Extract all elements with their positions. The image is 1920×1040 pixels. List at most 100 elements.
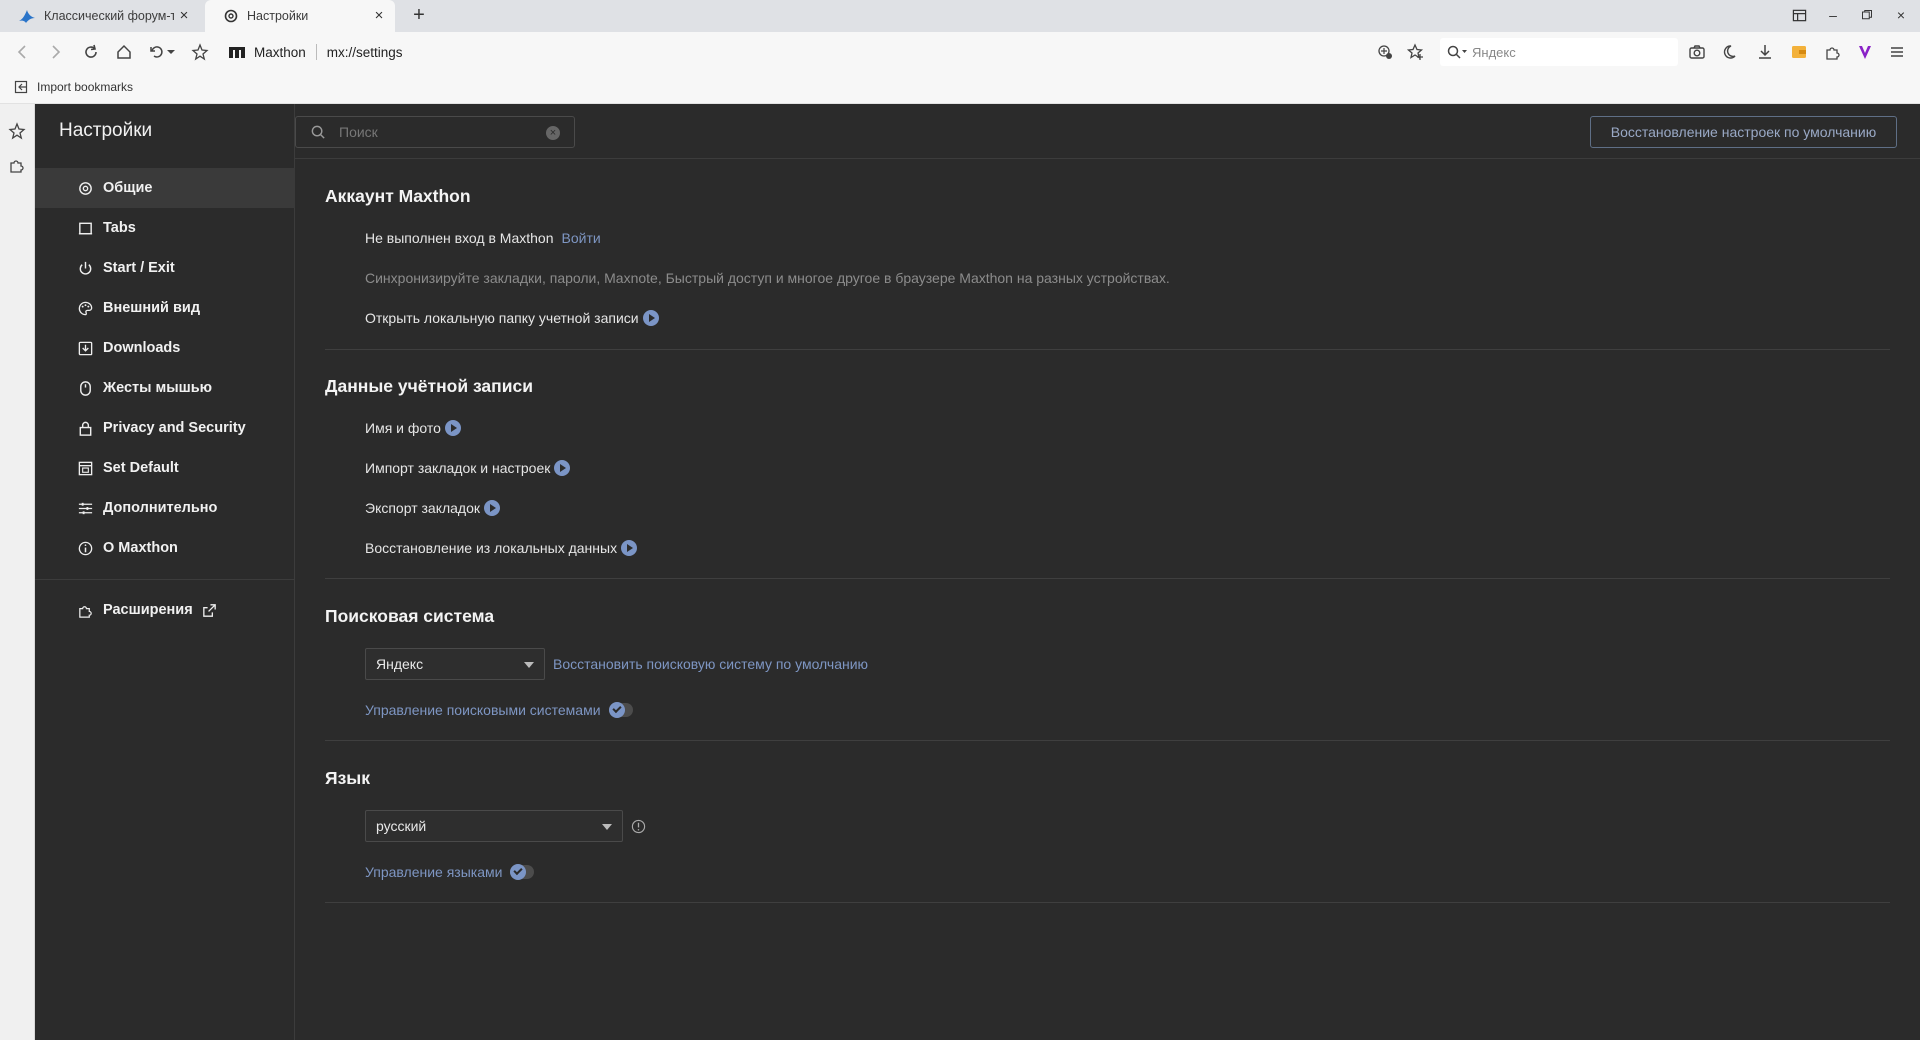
name-photo-row[interactable]: Имя и фото — [365, 420, 461, 436]
restore-local-data-row[interactable]: Восстановление из локальных данных — [365, 540, 638, 556]
address-bar[interactable]: Maxthon mx://settings — [228, 38, 1432, 66]
undo-close-button[interactable] — [146, 41, 168, 63]
settings-search-input[interactable]: Поиск × — [295, 116, 575, 148]
chevron-down-icon — [602, 824, 612, 830]
arrow-right-icon[interactable] — [621, 540, 638, 556]
info-icon — [78, 541, 93, 555]
nav-item-label: Set Default — [103, 460, 179, 476]
expand-toggle[interactable] — [510, 864, 535, 880]
login-link[interactable]: Войти — [562, 230, 601, 246]
sliders-icon — [78, 502, 93, 514]
bookmark-add-icon[interactable] — [1405, 41, 1427, 63]
open-local-folder-row[interactable]: Открыть локальную папку учетной записи — [365, 310, 659, 326]
restore-search-engine-link[interactable]: Восстановить поисковую систему по умолча… — [553, 656, 868, 672]
nav-item-label: О Maxthon — [103, 540, 178, 556]
chevron-down-icon[interactable] — [166, 41, 176, 63]
address-separator — [315, 44, 317, 60]
nav-item-set-default[interactable]: Set Default — [35, 448, 295, 488]
import-icon — [14, 80, 28, 94]
section-title-account: Аккаунт Maxthon — [325, 186, 471, 206]
nav-item-downloads[interactable]: Downloads — [35, 328, 295, 368]
settings-nav: Настройки Общие Tabs Start / Exit Внешни… — [35, 104, 295, 1040]
section-title-search-engine: Поисковая система — [325, 606, 495, 626]
nav-item-privacy-security[interactable]: Privacy and Security — [35, 408, 295, 448]
maxthon-logo-icon — [228, 45, 246, 59]
nav-item-mouse-gestures[interactable]: Жесты мышью — [35, 368, 295, 408]
nav-item-advanced[interactable]: Дополнительно — [35, 488, 295, 528]
sidebar-layout-icon[interactable] — [1788, 4, 1810, 26]
night-mode-icon[interactable] — [1720, 41, 1742, 63]
nav-item-extensions[interactable]: Расширения — [35, 590, 295, 630]
mouse-icon — [80, 380, 91, 396]
row-label: Импорт закладок и настроек — [365, 460, 551, 476]
nav-item-label: Privacy and Security — [103, 420, 246, 436]
menu-icon[interactable] — [1886, 41, 1908, 63]
manage-search-engines-row[interactable]: Управление поисковыми системами — [365, 702, 633, 718]
settings-search-placeholder: Поиск — [339, 124, 378, 140]
lock-icon — [79, 421, 92, 436]
gear-icon — [223, 8, 239, 24]
export-bookmarks-row[interactable]: Экспорт закладок — [365, 500, 501, 516]
new-tab-button[interactable]: + — [408, 4, 430, 26]
clear-search-icon[interactable]: × — [546, 126, 560, 140]
search-engine-box[interactable]: Яндекс — [1440, 38, 1678, 66]
expand-toggle[interactable] — [608, 702, 633, 718]
close-icon[interactable]: × — [371, 8, 387, 24]
download-icon[interactable] — [1754, 41, 1776, 63]
import-bookmarks-link[interactable]: Import bookmarks — [14, 80, 133, 94]
search-engine-placeholder: Яндекс — [1472, 44, 1516, 60]
home-button[interactable] — [113, 41, 135, 63]
url-text[interactable]: mx://settings — [327, 45, 403, 60]
arrow-right-icon[interactable] — [642, 310, 659, 326]
language-select[interactable]: русский — [365, 810, 623, 842]
download-icon — [78, 341, 93, 355]
vpn-v-icon[interactable] — [1854, 41, 1876, 63]
manage-search-engines-label: Управление поисковыми системами — [365, 702, 601, 718]
nav-item-appearance[interactable]: Внешний вид — [35, 288, 295, 328]
import-bookmarks-settings-row[interactable]: Импорт закладок и настроек — [365, 460, 571, 476]
back-button[interactable] — [12, 41, 34, 63]
nav-item-tabs[interactable]: Tabs — [35, 208, 295, 248]
section-divider — [325, 902, 1890, 903]
arrow-right-icon[interactable] — [444, 420, 461, 436]
nav-item-start-exit[interactable]: Start / Exit — [35, 248, 295, 288]
close-window-button[interactable]: × — [1890, 4, 1912, 26]
nav-item-label: Downloads — [103, 340, 181, 356]
nav-item-label: Дополнительно — [103, 500, 218, 516]
tab-settings[interactable]: Настройки × — [205, 0, 395, 32]
restore-button[interactable] — [1856, 4, 1878, 26]
tab-forum[interactable]: Классический форум-т × — [0, 0, 200, 32]
arrow-right-icon[interactable] — [554, 460, 571, 476]
import-bookmarks-label: Import bookmarks — [37, 80, 134, 94]
section-divider — [325, 578, 1890, 579]
sync-description: Синхронизируйте закладки, пароли, Maxnot… — [365, 270, 1170, 286]
nav-item-label: Жесты мышью — [103, 380, 213, 396]
header-divider — [295, 158, 1920, 159]
search-engine-select[interactable]: Яндекс — [365, 648, 545, 680]
extensions-icon[interactable] — [1822, 41, 1844, 63]
close-icon[interactable]: × — [176, 8, 192, 24]
wallet-icon[interactable] — [1788, 41, 1810, 63]
puzzle-icon — [79, 605, 92, 618]
reset-defaults-button[interactable]: Восстановление настроек по умолчанию — [1590, 116, 1897, 148]
section-divider — [325, 349, 1890, 350]
nav-item-general[interactable]: Общие — [35, 168, 295, 208]
section-title-language: Язык — [325, 768, 370, 788]
tab-strip: Классический форум-т × Настройки × + – × — [0, 0, 1920, 32]
translate-icon[interactable] — [1374, 41, 1396, 63]
language-info-icon[interactable] — [631, 819, 646, 834]
forward-button[interactable] — [44, 41, 66, 63]
screenshot-icon[interactable] — [1686, 41, 1708, 63]
extensions-panel-icon[interactable] — [8, 156, 26, 174]
manage-languages-row[interactable]: Управление языками — [365, 864, 535, 880]
favorite-star-button[interactable] — [189, 41, 211, 63]
account-status: Не выполнен вход в Maxthon Войти — [365, 230, 601, 246]
reload-button[interactable] — [80, 41, 102, 63]
manage-languages-label: Управление языками — [365, 864, 503, 880]
favorites-star-icon[interactable] — [8, 122, 26, 140]
arrow-right-icon[interactable] — [484, 500, 501, 516]
nav-item-label: Общие — [103, 180, 153, 196]
nav-item-about[interactable]: О Maxthon — [35, 528, 295, 568]
brand-label: Maxthon — [254, 44, 306, 60]
minimize-button[interactable]: – — [1822, 4, 1844, 26]
